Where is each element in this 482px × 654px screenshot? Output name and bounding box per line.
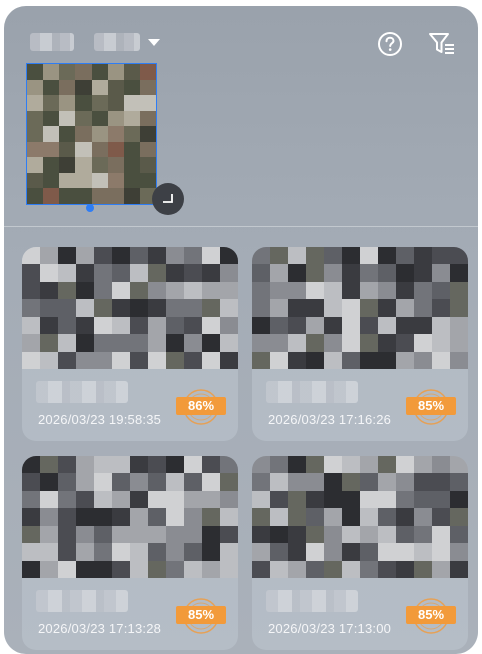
source-selector[interactable] — [30, 31, 160, 53]
result-image-blurred — [22, 456, 238, 578]
filter-icon[interactable] — [428, 30, 456, 58]
result-card[interactable]: 2026/03/23 17:13:28 85% — [22, 456, 238, 650]
query-image-area — [26, 63, 184, 215]
result-image-blurred — [252, 456, 468, 578]
result-name-blurred — [36, 381, 128, 403]
similarity-score: 85% — [176, 594, 226, 644]
score-badge: 86% — [176, 397, 226, 415]
result-timestamp: 2026/03/23 19:58:35 — [38, 412, 162, 427]
result-timestamp: 2026/03/23 17:16:26 — [268, 412, 392, 427]
help-icon[interactable] — [376, 30, 404, 58]
chevron-down-icon[interactable] — [148, 38, 160, 46]
divider — [4, 226, 478, 227]
result-name-blurred — [266, 381, 358, 403]
result-name-blurred — [36, 590, 128, 612]
score-badge: 85% — [176, 606, 226, 624]
similarity-score: 86% — [176, 385, 226, 435]
similarity-score: 85% — [406, 385, 456, 435]
source-label-blurred — [30, 33, 74, 51]
result-name-blurred — [266, 590, 358, 612]
result-card[interactable]: 2026/03/23 17:13:00 85% — [252, 456, 468, 650]
result-card[interactable]: 2026/03/23 19:58:35 86% — [22, 247, 238, 441]
query-image-selection[interactable] — [26, 63, 157, 205]
result-timestamp: 2026/03/23 17:13:28 — [38, 621, 162, 636]
selection-anchor-dot — [86, 204, 94, 212]
result-card[interactable]: 2026/03/23 17:16:26 85% — [252, 247, 468, 441]
similarity-score: 85% — [406, 594, 456, 644]
score-badge: 85% — [406, 606, 456, 624]
source-sublabel-blurred — [94, 33, 140, 51]
query-image-blurred — [27, 64, 156, 204]
score-badge: 85% — [406, 397, 456, 415]
result-image-blurred — [22, 247, 238, 369]
crop-corner-icon[interactable] — [152, 183, 184, 215]
result-timestamp: 2026/03/23 17:13:00 — [268, 621, 392, 636]
result-image-blurred — [252, 247, 468, 369]
search-results-panel: 2026/03/23 19:58:35 86% 2026/03/23 17:16… — [4, 6, 478, 654]
